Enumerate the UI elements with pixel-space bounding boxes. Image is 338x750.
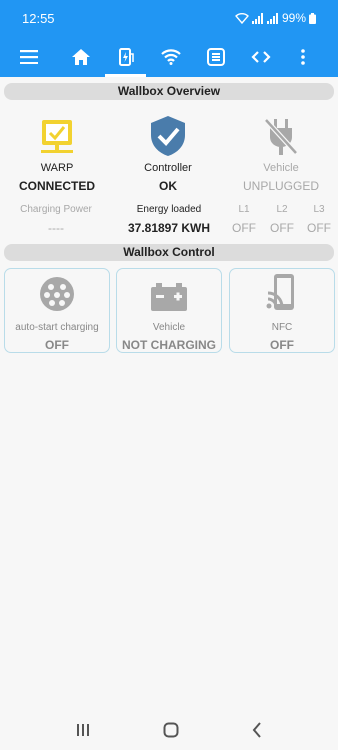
wifi-status-icon <box>234 12 249 24</box>
hamburger-menu-button[interactable] <box>0 37 58 77</box>
charging-power: Charging Power ---- <box>10 204 102 235</box>
overview-vehicle: Vehicle UNPLUGGED <box>226 113 336 193</box>
vehicle-card-value: NOT CHARGING <box>122 338 216 352</box>
auto-start-charging-button[interactable]: auto-start charging OFF <box>4 268 110 353</box>
unplugged-icon <box>264 118 298 155</box>
vehicle-charging-button[interactable]: Vehicle NOT CHARGING <box>116 268 222 353</box>
phase-l3: L3 OFF <box>304 204 334 235</box>
home-button-icon[interactable] <box>163 722 179 738</box>
back-icon[interactable] <box>252 722 262 738</box>
vehicle-value: UNPLUGGED <box>242 179 319 193</box>
tab-code[interactable] <box>238 37 283 77</box>
code-icon <box>250 51 271 63</box>
battery-percent: 99% <box>281 11 306 25</box>
tab-charger[interactable] <box>103 37 148 77</box>
overview-warp: WARP CONNECTED <box>2 113 112 193</box>
connector-icon <box>40 277 74 311</box>
app-bar <box>0 37 338 77</box>
warp-monitor-icon <box>41 120 73 153</box>
overview-header: Wallbox Overview <box>4 83 334 100</box>
nfc-button[interactable]: NFC OFF <box>229 268 335 353</box>
recent-apps-icon[interactable] <box>76 723 90 737</box>
tab-home[interactable] <box>58 37 103 77</box>
status-icons: 99% <box>234 11 316 25</box>
status-time: 12:55 <box>22 11 55 26</box>
more-options-button[interactable] <box>283 37 323 77</box>
nfc-label: NFC <box>271 322 293 333</box>
auto-start-label: auto-start charging <box>15 322 99 333</box>
hamburger-icon <box>20 50 38 64</box>
l2-value: OFF <box>270 221 294 235</box>
home-icon <box>71 49 90 65</box>
warp-value: CONNECTED <box>18 179 95 193</box>
more-vert-icon <box>301 49 305 65</box>
l1-value: OFF <box>232 221 256 235</box>
signal-icon <box>251 12 263 24</box>
status-bar: 12:55 99% <box>0 0 338 37</box>
vehicle-card-label: Vehicle <box>152 322 186 333</box>
nfc-icon <box>266 274 294 310</box>
controller-value: OK <box>159 179 177 193</box>
charging-power-label: Charging Power <box>20 204 92 215</box>
phase-l1: L1 OFF <box>229 204 259 235</box>
wifi-icon <box>160 49 181 65</box>
energy-loaded: Energy loaded 37.81897 KWH <box>118 204 220 235</box>
auto-start-value: OFF <box>45 338 69 352</box>
vehicle-label: Vehicle <box>263 162 299 174</box>
l3-value: OFF <box>307 221 331 235</box>
energy-loaded-value: 37.81897 KWH <box>127 221 211 235</box>
controller-label: Controller <box>144 162 192 174</box>
tab-wifi[interactable] <box>148 37 193 77</box>
phase-l2: L2 OFF <box>267 204 297 235</box>
battery-icon <box>151 283 187 311</box>
overview-controller: Controller OK <box>113 113 223 193</box>
control-header: Wallbox Control <box>4 244 334 261</box>
battery-status-icon <box>309 12 316 24</box>
system-nav-bar <box>0 710 338 750</box>
l2-label: L2 <box>276 204 288 215</box>
l1-label: L1 <box>238 204 250 215</box>
l3-label: L3 <box>313 204 325 215</box>
warp-label: WARP <box>40 162 74 174</box>
ethernet-icon <box>206 48 225 66</box>
energy-loaded-label: Energy loaded <box>136 204 202 215</box>
signal-icon-2 <box>266 12 278 24</box>
shield-check-icon <box>151 116 185 156</box>
ev-charger-icon <box>118 48 134 66</box>
nfc-value: OFF <box>270 338 294 352</box>
charging-power-value: ---- <box>48 221 64 235</box>
tab-ethernet[interactable] <box>193 37 238 77</box>
